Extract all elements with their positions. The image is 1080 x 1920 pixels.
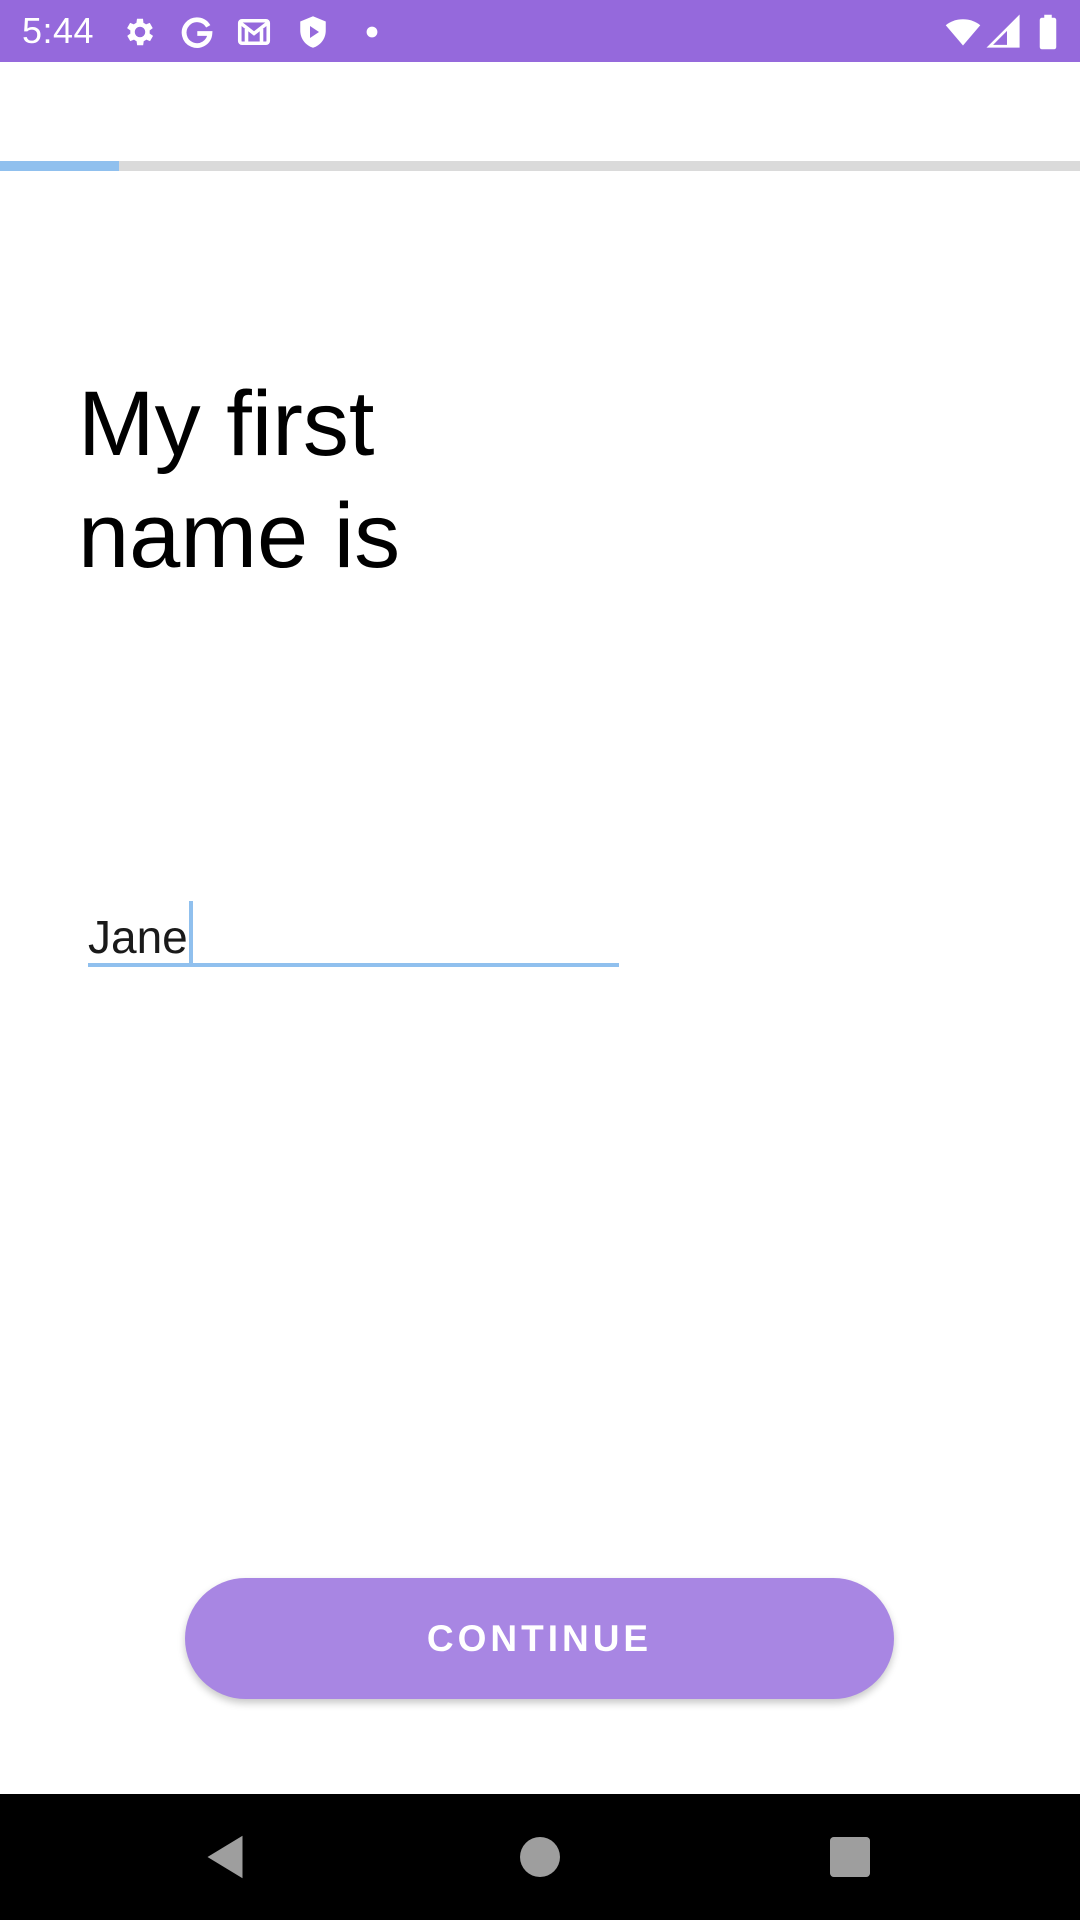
field-underline: [88, 963, 619, 967]
gear-icon: [122, 14, 158, 50]
first-name-field[interactable]: Jane: [88, 893, 619, 967]
dot-icon: [354, 14, 390, 50]
status-time: 5:44: [22, 10, 95, 51]
wifi-icon: [942, 14, 984, 50]
first-name-input[interactable]: Jane: [88, 901, 193, 965]
signal-icon: [986, 14, 1022, 50]
google-icon: [179, 14, 215, 50]
recents-icon[interactable]: [820, 1827, 880, 1887]
battery-icon: [1030, 14, 1066, 50]
navigation-bar: [0, 1794, 1080, 1920]
text-cursor: [188, 901, 193, 963]
progress-bar: [0, 161, 1080, 171]
status-bar: 5:44: [0, 0, 1080, 62]
shield-play-icon: [295, 14, 331, 50]
page-title: My first name is: [78, 368, 598, 592]
gmail-icon: [236, 14, 272, 50]
continue-button[interactable]: CONTINUE: [185, 1578, 894, 1699]
back-icon[interactable]: [195, 1827, 255, 1887]
screen: 5:44 My first name is Jane CONTINUE: [0, 0, 1080, 1920]
title-line-1: My first: [78, 373, 375, 475]
first-name-value: Jane: [88, 911, 188, 963]
progress-fill: [0, 161, 119, 171]
title-line-2: name is: [78, 485, 401, 587]
home-icon[interactable]: [510, 1827, 570, 1887]
